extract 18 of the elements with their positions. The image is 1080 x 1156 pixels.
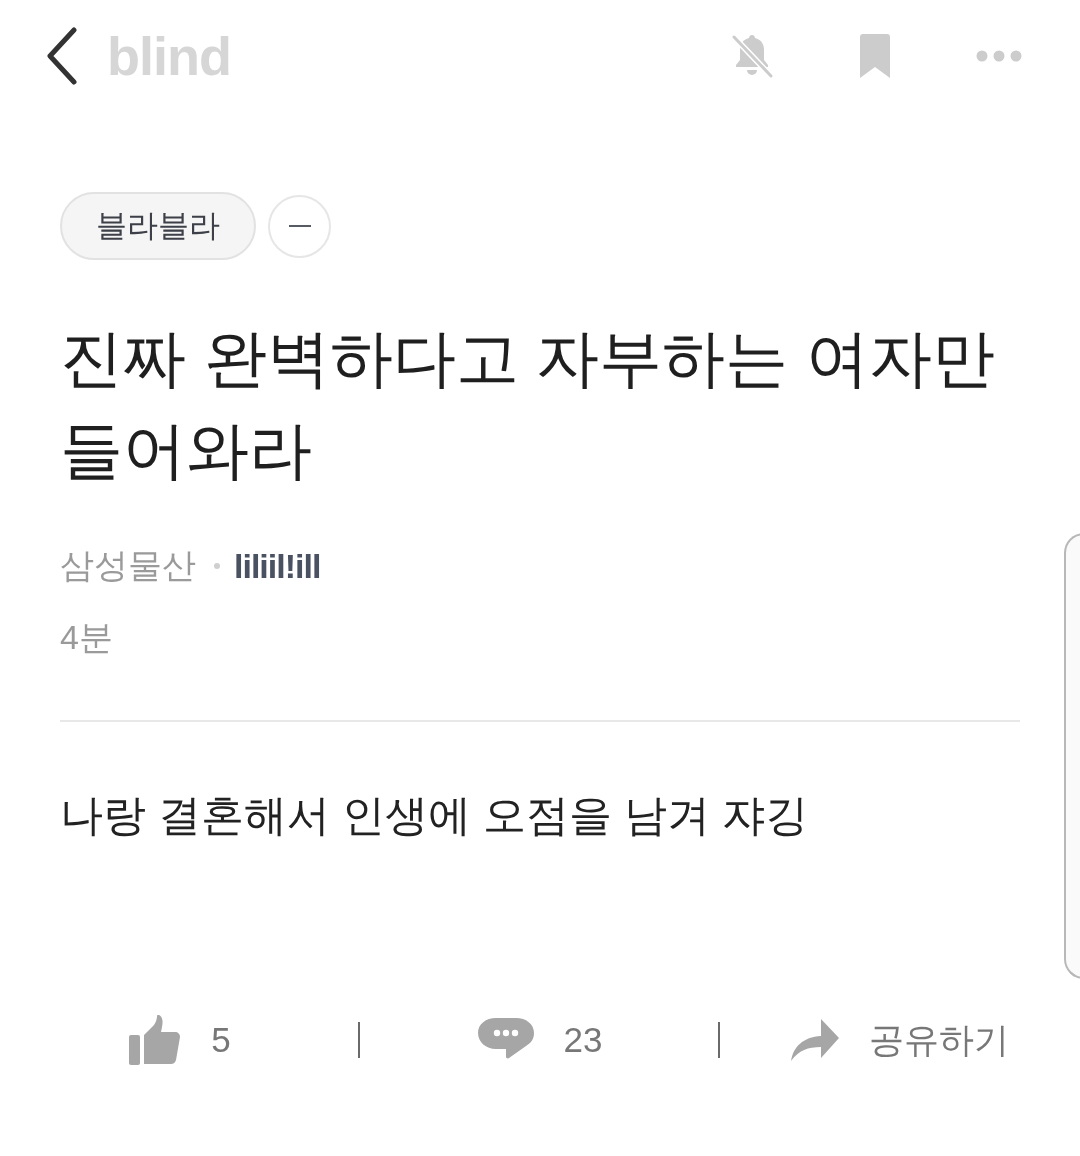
muted-bell-icon[interactable] (730, 33, 774, 79)
separator-dot-icon (214, 563, 220, 569)
bookmark-icon[interactable] (860, 34, 890, 78)
minus-icon (288, 225, 311, 227)
topic-tag[interactable]: 블라블라 (60, 192, 256, 260)
like-button[interactable]: 5 (129, 1015, 231, 1065)
author-nickname: liliil!ill (234, 546, 321, 586)
thumbs-up-icon (129, 1015, 182, 1065)
share-button[interactable]: 공유하기 (791, 1016, 1009, 1064)
post-title: 진짜 완벽하다고 자부하는 여자만 들어와라 (60, 322, 996, 487)
company-name: 삼성물산 (60, 545, 196, 586)
post-time: 4분 (60, 617, 113, 658)
more-icon[interactable] (976, 50, 1022, 62)
back-icon[interactable] (46, 27, 78, 85)
post-body: 나랑 결혼해서 인생에 오점을 남겨 쟈깅 (60, 790, 809, 841)
edge-panel-handle[interactable] (1064, 533, 1080, 979)
share-arrow-icon (791, 1019, 839, 1061)
comment-button[interactable]: 23 (477, 1016, 603, 1064)
